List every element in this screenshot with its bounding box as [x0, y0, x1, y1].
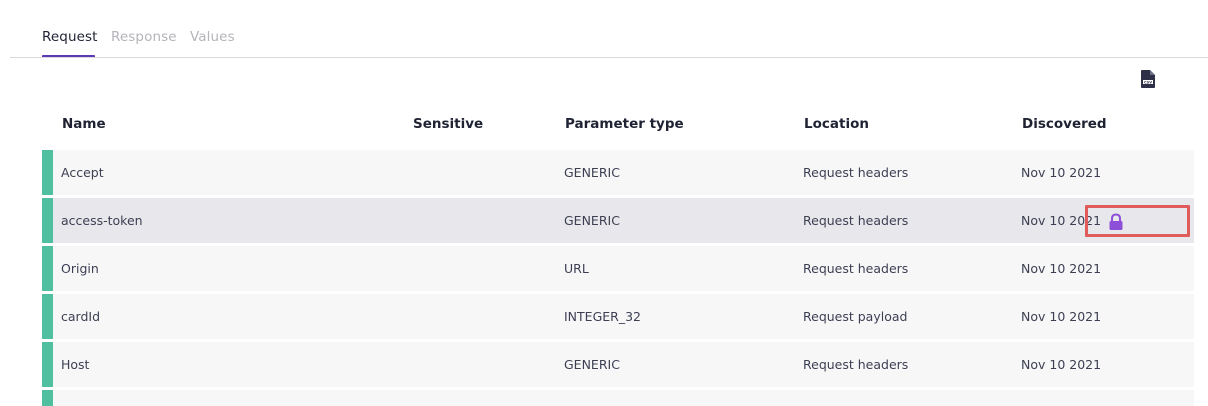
- cell-parameter-type: GENERIC: [564, 357, 620, 372]
- cell-location: Request headers: [803, 213, 909, 228]
- cell-name: Accept: [61, 165, 104, 180]
- row-status-marker: [42, 342, 53, 387]
- csv-file-icon[interactable]: CSV: [1141, 70, 1155, 88]
- tab-divider: [10, 57, 1208, 58]
- cell-parameter-type: GENERIC: [564, 165, 620, 180]
- cell-name: Host: [61, 357, 90, 372]
- tab-bar: Request Response Values: [0, 0, 1208, 58]
- row-status-marker: [42, 150, 53, 195]
- table-row[interactable]: access-token GENERIC Request headers Nov…: [42, 198, 1194, 243]
- column-header-parameter-type[interactable]: Parameter type: [565, 116, 684, 132]
- cell-discovered: Nov 10 2021: [1021, 261, 1102, 276]
- column-header-sensitive[interactable]: Sensitive: [413, 116, 483, 132]
- table-row[interactable]: [42, 390, 1194, 406]
- table-header: Name Sensitive Parameter type Location D…: [0, 116, 1208, 136]
- cell-parameter-type: URL: [564, 261, 589, 276]
- column-header-discovered[interactable]: Discovered: [1022, 116, 1107, 132]
- cell-location: Request headers: [803, 261, 909, 276]
- row-status-marker: [42, 390, 53, 406]
- tab-response[interactable]: Response: [111, 29, 177, 45]
- svg-text:CSV: CSV: [1144, 80, 1152, 84]
- cell-discovered: Nov 10 2021: [1021, 309, 1102, 324]
- cell-discovered: Nov 10 2021: [1021, 357, 1102, 372]
- cell-location: Request headers: [803, 357, 909, 372]
- cell-name: access-token: [61, 213, 143, 228]
- row-status-marker: [42, 294, 53, 339]
- table-row[interactable]: Accept GENERIC Request headers Nov 10 20…: [42, 150, 1194, 195]
- table-row[interactable]: Host GENERIC Request headers Nov 10 2021: [42, 342, 1194, 387]
- row-status-marker: [42, 246, 53, 291]
- cell-name: cardId: [61, 309, 101, 324]
- cell-discovered: Nov 10 2021: [1021, 213, 1102, 228]
- table-row[interactable]: cardId INTEGER_32 Request payload Nov 10…: [42, 294, 1194, 339]
- row-status-marker: [42, 198, 53, 243]
- tab-request[interactable]: Request: [42, 29, 98, 45]
- cell-parameter-type: GENERIC: [564, 213, 620, 228]
- tab-values[interactable]: Values: [190, 29, 235, 45]
- cell-location: Request headers: [803, 165, 909, 180]
- cell-name: Origin: [61, 261, 99, 276]
- cell-discovered: Nov 10 2021: [1021, 165, 1102, 180]
- column-header-location[interactable]: Location: [804, 116, 869, 132]
- lock-icon[interactable]: [1108, 213, 1124, 231]
- table-row[interactable]: Origin URL Request headers Nov 10 2021: [42, 246, 1194, 291]
- cell-location: Request payload: [803, 309, 908, 324]
- column-header-name[interactable]: Name: [62, 116, 106, 132]
- cell-parameter-type: INTEGER_32: [564, 309, 641, 324]
